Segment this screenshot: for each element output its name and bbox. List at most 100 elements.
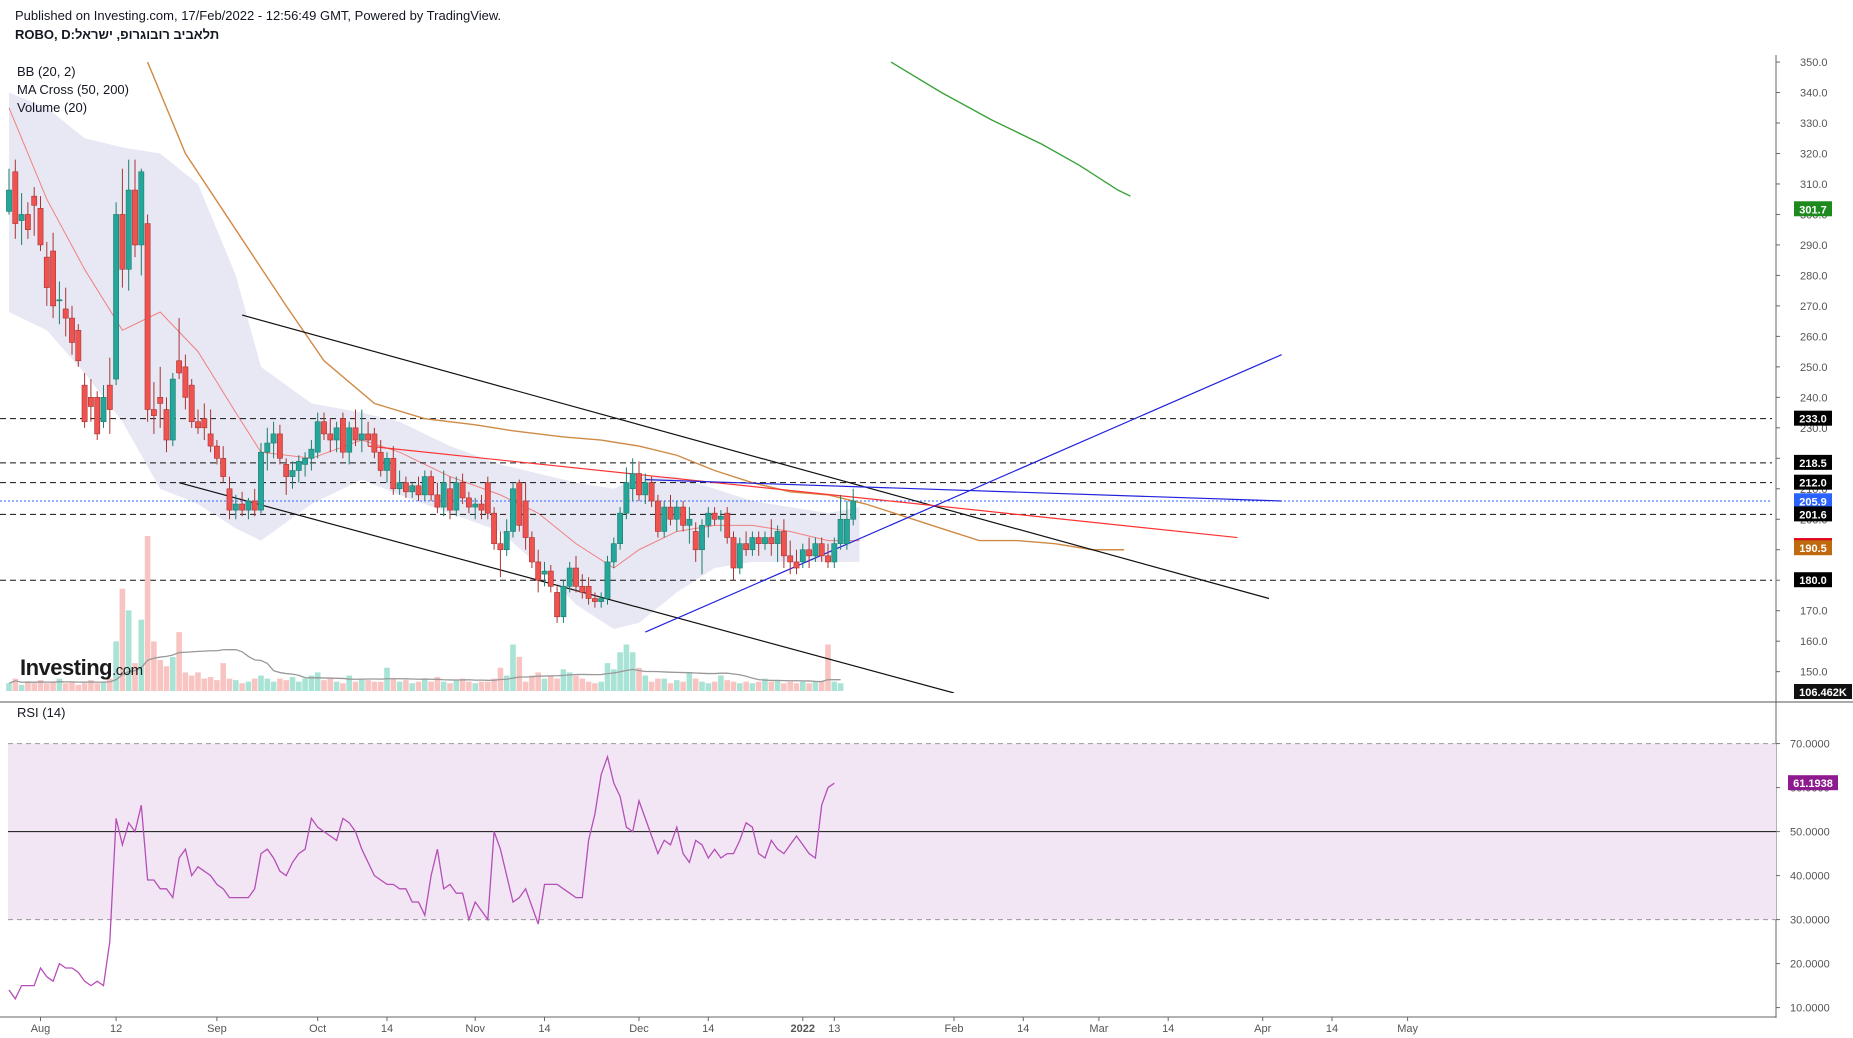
candle-body bbox=[604, 561, 611, 599]
volume-bar bbox=[422, 678, 428, 691]
volume-bar bbox=[321, 680, 327, 691]
candle-body bbox=[56, 299, 63, 302]
candle-body bbox=[755, 537, 762, 544]
candle-body bbox=[636, 473, 642, 496]
candle-body bbox=[88, 397, 94, 407]
volume-bar bbox=[529, 675, 535, 691]
volume-bar bbox=[812, 681, 819, 691]
volume-bar bbox=[655, 678, 661, 691]
y-tick-label: 250.0 bbox=[1800, 362, 1828, 374]
candle-body bbox=[736, 543, 743, 569]
volume-bar bbox=[787, 681, 793, 691]
volume-bar bbox=[730, 681, 737, 691]
candle-body bbox=[566, 567, 573, 587]
y-tick-label: 290.0 bbox=[1800, 240, 1828, 252]
volume-bar bbox=[541, 678, 548, 691]
candle-body bbox=[780, 531, 787, 557]
volume-bar bbox=[50, 681, 56, 691]
x-tick-label: 14 bbox=[538, 1023, 550, 1035]
y-tick-label: 150.0 bbox=[1800, 667, 1828, 679]
candle-body bbox=[692, 531, 699, 551]
volume-bar bbox=[699, 681, 705, 691]
y-tick-label: 330.0 bbox=[1800, 118, 1828, 130]
volume-bar bbox=[466, 681, 472, 691]
x-tick-label: 14 bbox=[702, 1023, 714, 1035]
candle-body bbox=[799, 549, 806, 563]
volume-bar bbox=[800, 681, 806, 691]
x-tick-label: 2022 bbox=[791, 1023, 815, 1035]
x-tick-label: Oct bbox=[309, 1023, 326, 1035]
candle-body bbox=[573, 567, 579, 587]
x-tick-label: Dec bbox=[629, 1023, 649, 1035]
volume-bar bbox=[604, 663, 611, 691]
volume-bar bbox=[409, 683, 415, 691]
volume-bar bbox=[755, 681, 762, 691]
x-tick-label: Feb bbox=[945, 1023, 964, 1035]
volume-bar bbox=[188, 675, 195, 691]
volume-bar bbox=[346, 675, 352, 691]
x-tick-label: May bbox=[1397, 1023, 1418, 1035]
x-tick-label: Nov bbox=[465, 1023, 485, 1035]
volume-bar bbox=[18, 684, 25, 691]
candle-body bbox=[629, 473, 636, 490]
candle-body bbox=[831, 543, 838, 563]
candle-body bbox=[617, 512, 623, 544]
candle-body bbox=[138, 171, 145, 246]
volume-bar bbox=[598, 681, 604, 691]
volume-bar bbox=[327, 678, 334, 691]
volume-bar bbox=[535, 672, 541, 691]
candle-body bbox=[232, 503, 239, 511]
candle-body bbox=[106, 384, 113, 410]
bb-indicator-label[interactable]: BB (20, 2) bbox=[17, 64, 76, 79]
volume-bar bbox=[403, 680, 409, 691]
volume-bar bbox=[585, 681, 592, 691]
volume-bar bbox=[396, 681, 403, 691]
volume-bar bbox=[503, 675, 510, 691]
candle-body bbox=[547, 570, 554, 587]
candle-body bbox=[384, 457, 390, 471]
candle-body bbox=[6, 189, 12, 212]
volume-indicator-label[interactable]: Volume (20) bbox=[17, 100, 87, 115]
candle-body bbox=[214, 445, 220, 459]
investing-logo: Investing.com bbox=[20, 655, 143, 680]
candle-body bbox=[264, 442, 271, 453]
candle-body bbox=[163, 409, 170, 441]
volume-bar bbox=[157, 660, 163, 691]
candle-body bbox=[434, 494, 441, 508]
candle-body bbox=[346, 427, 353, 453]
volume-bar bbox=[415, 681, 422, 691]
price-label-text: 180.0 bbox=[1799, 575, 1827, 587]
candle-body bbox=[459, 482, 466, 499]
volume-bar bbox=[163, 666, 170, 691]
volume-bar bbox=[333, 681, 340, 691]
x-tick-label: 14 bbox=[381, 1023, 393, 1035]
candle-body bbox=[132, 189, 138, 246]
volume-bar bbox=[818, 681, 825, 691]
volume-bar bbox=[214, 680, 220, 691]
candle-body bbox=[843, 518, 850, 544]
candle-body bbox=[69, 317, 75, 343]
candle-body bbox=[308, 448, 315, 459]
volume-bar bbox=[623, 644, 630, 691]
volume-bar bbox=[100, 681, 107, 691]
volume-bar bbox=[302, 678, 308, 691]
candle-body bbox=[837, 518, 844, 544]
volume-bar bbox=[440, 681, 447, 691]
candle-body bbox=[522, 500, 529, 538]
candle-body bbox=[18, 214, 25, 221]
x-tick-label: 14 bbox=[1017, 1023, 1029, 1035]
candle-body bbox=[850, 500, 857, 520]
volume-bar bbox=[314, 672, 321, 691]
candle-body bbox=[484, 482, 491, 514]
candle-body bbox=[591, 598, 598, 602]
x-tick-label: 14 bbox=[1326, 1023, 1338, 1035]
candle-body bbox=[472, 503, 479, 508]
volume-bar bbox=[447, 683, 453, 691]
candle-body bbox=[749, 537, 756, 551]
price-chart[interactable]: 150.0160.0170.0180.0190.0200.0210.0220.0… bbox=[0, 0, 1853, 1038]
candle-body bbox=[610, 543, 617, 563]
rsi-indicator-label[interactable]: RSI (14) bbox=[17, 705, 65, 720]
ma-cross-indicator-label[interactable]: MA Cross (50, 200) bbox=[17, 82, 129, 97]
candle-body bbox=[339, 418, 346, 453]
volume-bar bbox=[705, 683, 712, 691]
